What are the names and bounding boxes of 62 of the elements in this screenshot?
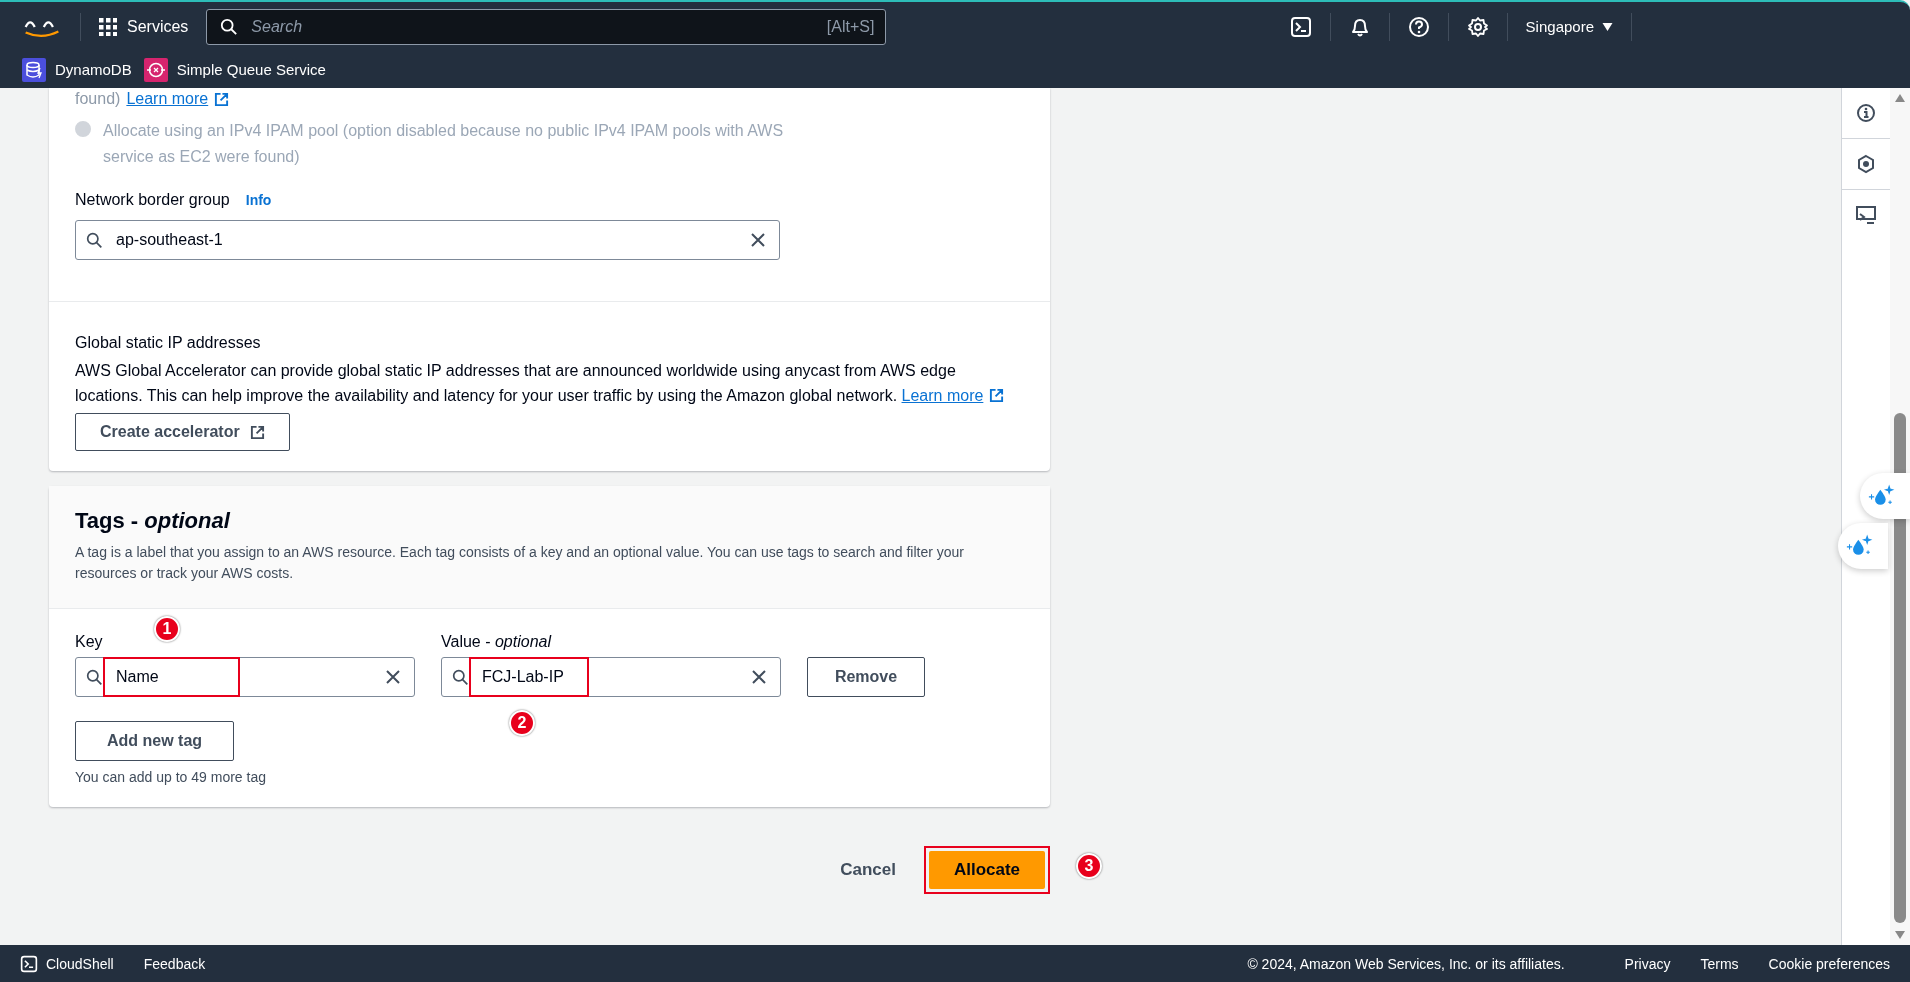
external-link-icon	[214, 91, 230, 107]
caret-icon	[1602, 22, 1613, 31]
scroll-down-icon[interactable]	[1895, 931, 1905, 939]
scrollbar[interactable]	[1890, 88, 1910, 945]
search-icon	[220, 17, 239, 36]
terminal-icon[interactable]	[1289, 15, 1312, 38]
description-text: A tag is a label that you assign to an AWS resource. Each tag consists of a key and an optional value. You can use tags to search and filter your resources or track your AWS costs.	[75, 543, 966, 583]
key-input-field[interactable]: Name	[75, 657, 415, 697]
info-link[interactable]: Info	[245, 192, 272, 208]
footer-link[interactable]: Privacy	[1624, 955, 1671, 972]
external-link-icon	[249, 424, 265, 440]
scroll-up-icon[interactable]	[1895, 94, 1905, 102]
option-text: found)	[75, 89, 121, 109]
database-icon	[22, 57, 46, 82]
region-selector[interactable]: Singapore	[1525, 18, 1613, 35]
clear-icon[interactable]	[750, 232, 766, 248]
favorite-service-link[interactable]: Simple Queue Service	[143, 57, 326, 82]
select-field[interactable]: ap-southeast-1	[75, 220, 780, 260]
search-icon	[452, 669, 469, 686]
field-label: Key	[75, 633, 104, 651]
step-marker: 2	[509, 710, 535, 736]
info-icon[interactable]	[1856, 103, 1876, 123]
search-icon	[86, 232, 103, 249]
section-title: Global static IP addresses	[75, 334, 262, 352]
feedback-link[interactable]: Feedback	[143, 955, 206, 972]
learn-more-link[interactable]: Learn more	[126, 88, 230, 110]
hexagon-icon[interactable]	[1856, 154, 1876, 174]
learn-more-link[interactable]: Learn more	[901, 383, 1005, 408]
cloudshell-button[interactable]: CloudShell	[20, 954, 114, 973]
section-title: Tags - optional	[75, 508, 232, 534]
field-label: Value - optional	[441, 633, 553, 651]
cancel-button[interactable]: Cancel	[834, 859, 902, 881]
queue-icon	[143, 57, 168, 82]
remove-button[interactable]: Remove	[807, 657, 925, 697]
terminal-icon	[20, 954, 38, 973]
copyright-text: © 2024, Amazon Web Services, Inc. or its affiliates.	[1247, 955, 1565, 972]
field-label: Network border group	[75, 191, 230, 209]
scrollbar-thumb[interactable]	[1894, 413, 1906, 923]
services-menu-button[interactable]: Services	[99, 17, 189, 36]
clear-icon[interactable]	[751, 669, 767, 685]
screen-icon[interactable]	[1855, 205, 1877, 225]
keyboard-shortcut: [Alt+S]	[826, 17, 875, 36]
option-label: Allocate using an IPv4 IPAM pool (option disabled because no public IPv4 IPAM pools with AWS service as EC2 were found)	[103, 121, 785, 167]
droplet-button[interactable]	[1838, 523, 1888, 569]
settings-icon[interactable]	[1466, 15, 1489, 38]
hint-text: You can add up to 49 more tag	[75, 769, 267, 785]
favorite-service-link[interactable]: DynamoDB	[22, 57, 132, 82]
help-icon[interactable]	[1407, 15, 1430, 38]
create-accelerator-button[interactable]: Create accelerator	[75, 413, 290, 451]
allocate-button[interactable]: Allocate	[929, 851, 1045, 889]
description-text: AWS Global Accelerator can provide global static IP addresses that are announced worldwide using anycast from AWS edge locations. This can help improve the availability and latency for your user traffic by using the Amazon global network. Learn more	[75, 358, 1020, 408]
value-input-field[interactable]: FCJ-Lab-IP	[441, 657, 781, 697]
external-link-icon	[989, 388, 1005, 403]
footer-link[interactable]: Cookie preferences	[1768, 955, 1890, 972]
step-marker: 1	[154, 616, 180, 642]
add-tag-button[interactable]: Add new tag	[75, 721, 234, 761]
grid-icon	[99, 17, 117, 36]
step-marker: 3	[1076, 853, 1102, 879]
footer-link[interactable]: Terms	[1700, 955, 1739, 972]
clear-icon[interactable]	[385, 669, 401, 685]
search-icon	[86, 669, 103, 686]
droplet-button[interactable]	[1860, 473, 1910, 519]
